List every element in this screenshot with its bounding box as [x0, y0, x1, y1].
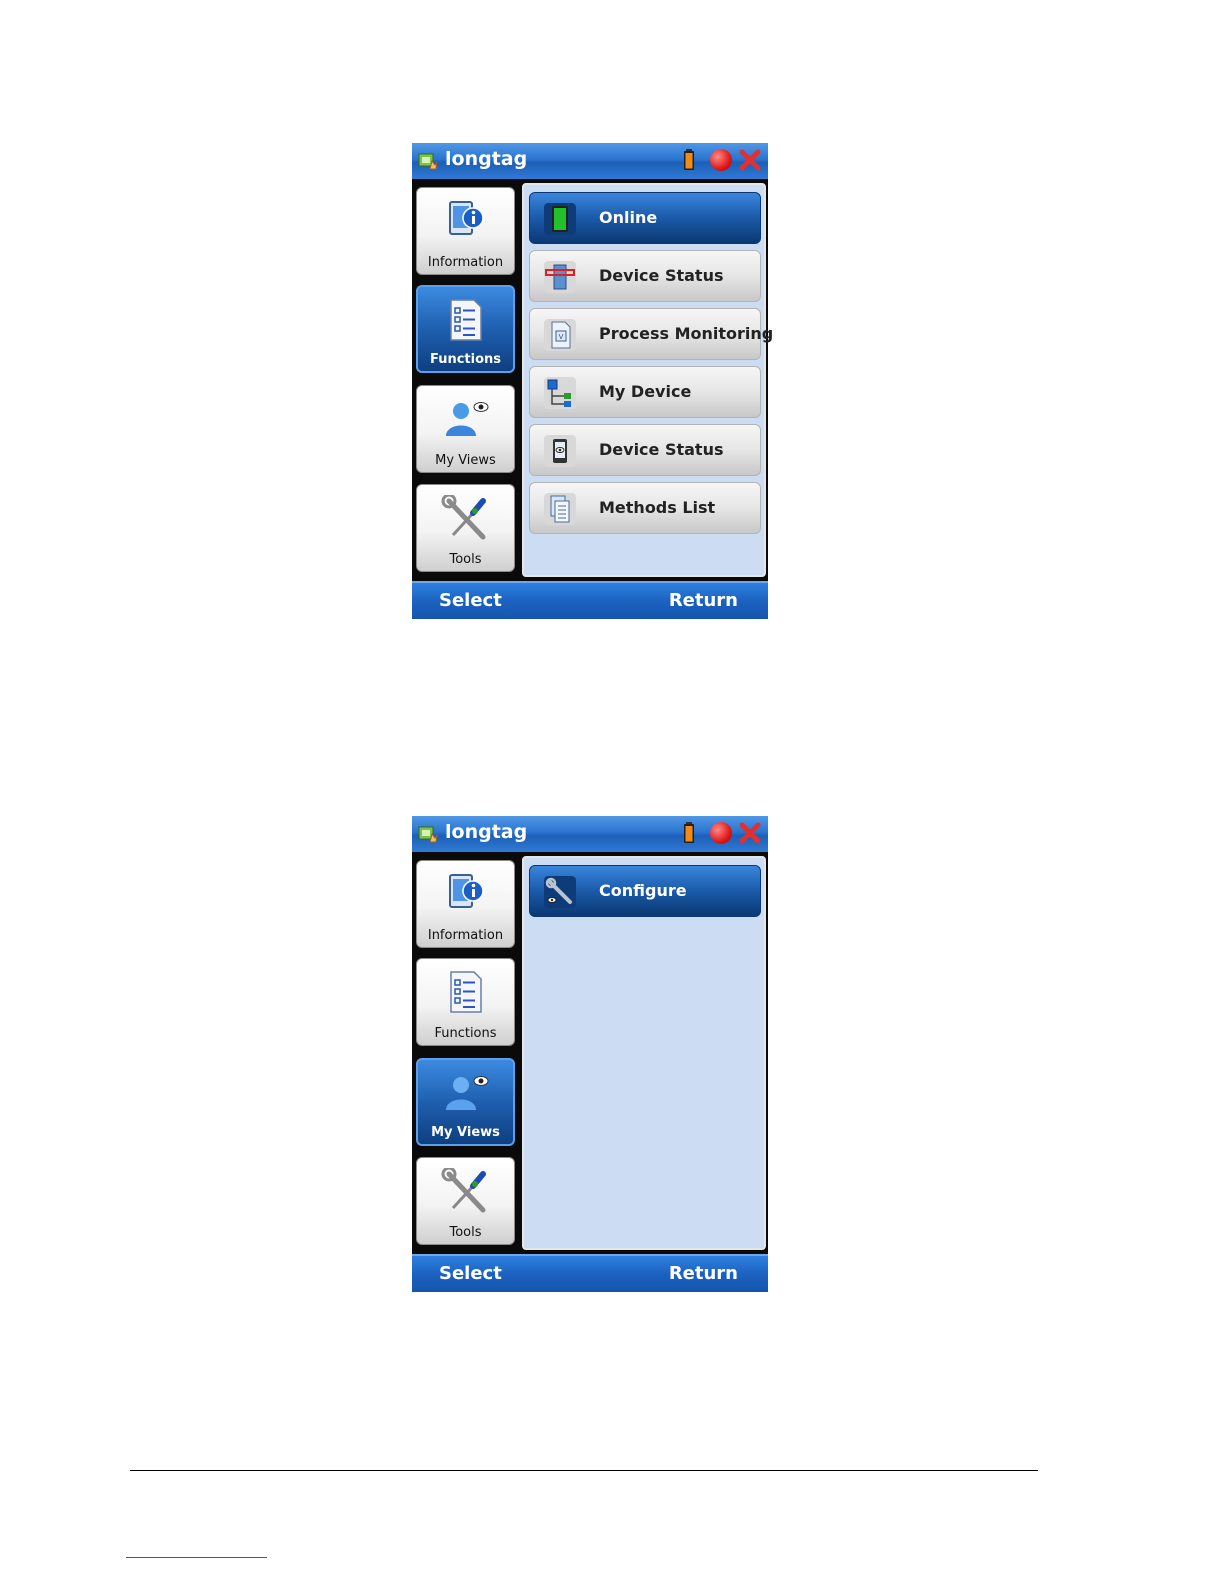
functions-icon — [449, 299, 482, 341]
menu-item-methods-list[interactable]: Methods List — [529, 482, 761, 534]
views-list-panel: Configure — [522, 856, 766, 1250]
menu-item-label: Online — [599, 208, 658, 227]
battery-icon — [684, 149, 694, 170]
device-screen-functions: longtag Information Functions My Views T… — [412, 143, 773, 619]
configure-wrench-icon — [544, 876, 576, 908]
sidebar-item-label: Tools — [449, 552, 482, 567]
my-views-icon — [445, 402, 488, 436]
sidebar-item-label: My Views — [431, 1125, 500, 1140]
select-softkey[interactable]: Select — [439, 590, 502, 611]
record-icon[interactable] — [710, 822, 732, 844]
main-area: Configure — [520, 852, 768, 1254]
methods-list-icon — [544, 493, 576, 525]
sidebar-item-label: Information — [427, 255, 504, 270]
menu-item-configure[interactable]: Configure — [529, 865, 761, 917]
online-icon — [544, 203, 576, 235]
menu-item-online[interactable]: Online — [529, 192, 761, 244]
tools-icon — [441, 1168, 486, 1213]
menu-item-label: Configure — [599, 881, 687, 900]
battery-icon — [684, 822, 694, 843]
sidebar-item-label: My Views — [435, 453, 496, 468]
my-views-icon — [445, 1076, 488, 1110]
menu-item-label: Process Monitoring — [599, 324, 774, 343]
sidebar-item-label: Tools — [449, 1225, 482, 1240]
device-status-eye-icon — [544, 435, 576, 467]
menu-item-label: My Device — [599, 382, 692, 401]
information-icon — [448, 874, 484, 908]
title-bar: longtag — [412, 143, 768, 179]
menu-item-device-status-2[interactable]: Device Status — [529, 424, 761, 476]
sidebar-item-tools[interactable]: Tools — [416, 1157, 515, 1245]
menu-item-my-device[interactable]: My Device — [529, 366, 761, 418]
title-bar: longtag — [412, 816, 768, 852]
process-monitoring-icon: V — [544, 319, 576, 351]
footer-divider — [130, 1470, 1038, 1471]
return-softkey[interactable]: Return — [669, 1263, 738, 1284]
menu-item-process-monitoring[interactable]: V Process Monitoring — [529, 308, 773, 360]
app-icon — [418, 153, 438, 170]
sidebar-item-my-views[interactable]: My Views — [416, 385, 515, 473]
sidebar: Information Functions My Views Tools — [412, 852, 520, 1254]
tools-icon — [441, 495, 486, 540]
functions-icon — [449, 971, 482, 1013]
sidebar-item-my-views[interactable]: My Views — [416, 1058, 515, 1146]
app-title: longtag — [445, 821, 528, 843]
close-icon[interactable] — [738, 821, 762, 845]
sidebar-item-information[interactable]: Information — [416, 187, 515, 275]
my-device-icon — [544, 377, 576, 409]
sidebar-item-functions[interactable]: Functions — [416, 958, 515, 1046]
softkey-bar: Select Return — [412, 1254, 768, 1292]
softkey-bar: Select Return — [412, 581, 768, 619]
menu-item-device-status[interactable]: Device Status — [529, 250, 761, 302]
menu-item-label: Device Status — [599, 266, 724, 285]
record-icon[interactable] — [710, 149, 732, 171]
sidebar-item-label: Functions — [429, 352, 502, 367]
menu-item-label: Device Status — [599, 440, 724, 459]
sidebar: Information Functions My Views Tools — [412, 179, 520, 581]
app-title: longtag — [445, 148, 528, 170]
menu-item-label: Methods List — [599, 498, 716, 517]
device-screen-my-views: longtag Information Functions My Views T… — [412, 816, 768, 1292]
function-list-panel: Online Device Status V Process Monitorin… — [522, 183, 773, 577]
footer-link-underline — [126, 1557, 267, 1558]
sidebar-item-label: Functions — [434, 1026, 497, 1041]
sidebar-item-label: Information — [427, 928, 504, 943]
select-softkey[interactable]: Select — [439, 1263, 502, 1284]
main-area: Online Device Status V Process Monitorin… — [520, 179, 773, 581]
app-icon — [418, 826, 438, 843]
sidebar-item-tools[interactable]: Tools — [416, 484, 515, 572]
sidebar-item-functions[interactable]: Functions — [416, 285, 515, 373]
sidebar-item-information[interactable]: Information — [416, 860, 515, 948]
svg-text:V: V — [559, 333, 564, 341]
close-icon[interactable] — [738, 148, 762, 172]
return-softkey[interactable]: Return — [669, 590, 738, 611]
information-icon — [448, 201, 484, 235]
device-status-icon — [544, 261, 576, 293]
